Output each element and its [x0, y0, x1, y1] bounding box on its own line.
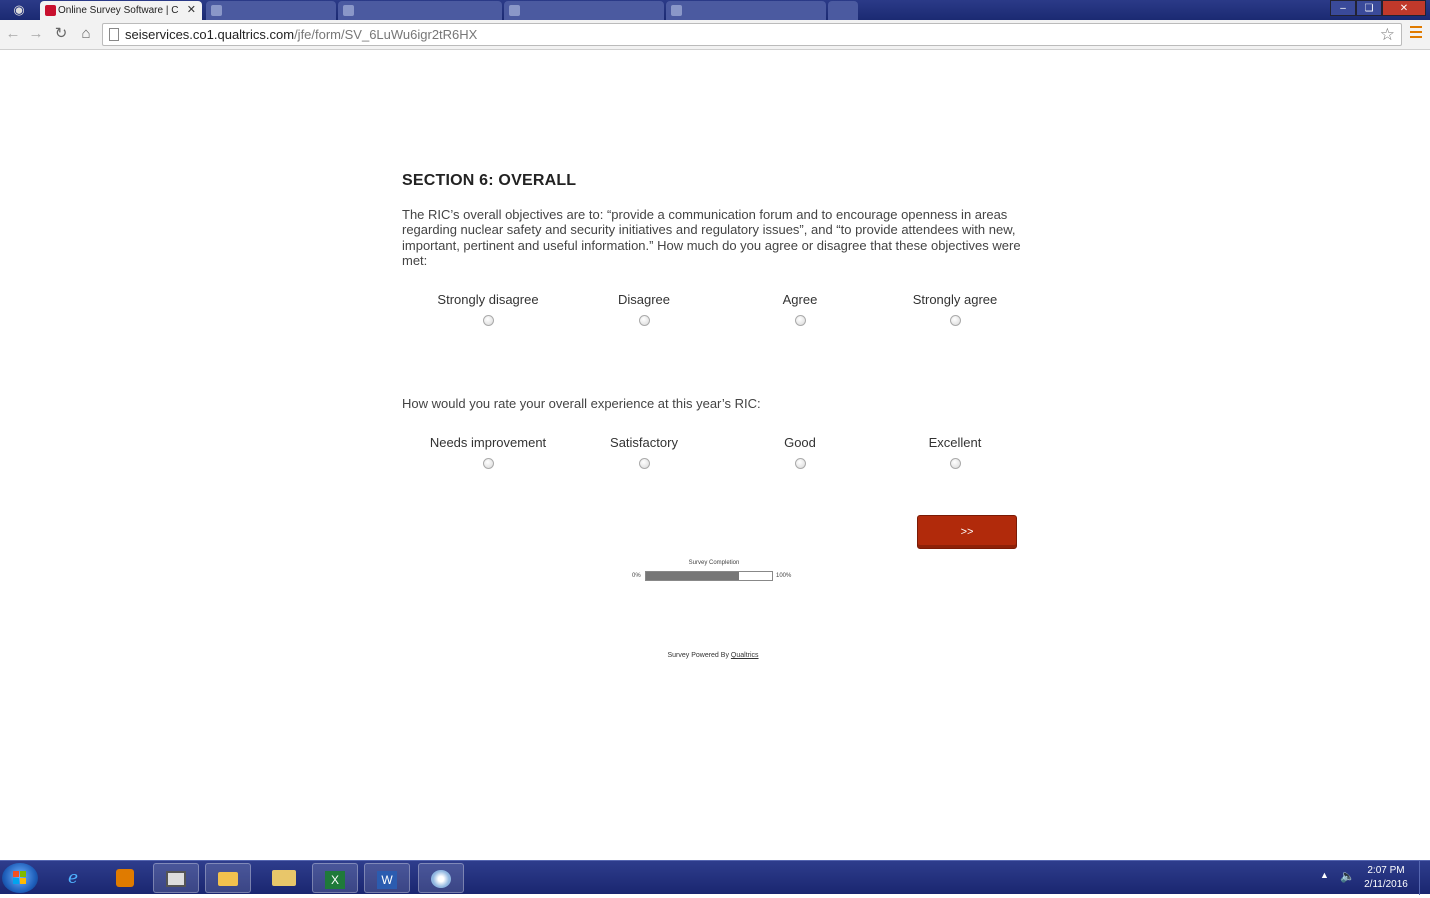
question-1-scale: Strongly disagree Disagree Agree Strongl…	[402, 292, 1032, 332]
file-explorer-icon[interactable]	[261, 863, 307, 893]
outlook-icon[interactable]	[205, 863, 251, 893]
powered-by-footer: Survey Powered By Qualtrics	[600, 652, 826, 659]
browser-title-bar: ◉ Online Survey Software | C ✕ – ❏ ✕	[0, 0, 1430, 20]
reload-icon[interactable]: ↻	[52, 25, 70, 43]
home-icon[interactable]: ⌂	[77, 25, 95, 43]
new-tab-button[interactable]	[828, 1, 858, 20]
browser-toolbar: ← → ↻ ⌂ seiservices.co1.qualtrics.com/jf…	[0, 20, 1430, 50]
url-path: /jfe/form/SV_6LuWu6igr2tR6HX	[294, 27, 478, 42]
start-button[interactable]	[2, 863, 38, 893]
browser-menu-icon[interactable]	[1410, 26, 1422, 40]
paint-icon[interactable]	[418, 863, 464, 893]
close-window-icon[interactable]: ✕	[1382, 0, 1426, 16]
window-controls: – ❏ ✕	[1330, 0, 1426, 16]
tab-favicon-icon	[211, 5, 222, 16]
radio-button[interactable]	[638, 315, 650, 326]
choice-label: Agree	[782, 292, 818, 307]
progress-fill	[646, 572, 740, 580]
progress-max-label: 100%	[776, 573, 792, 579]
progress-bar	[645, 571, 773, 581]
question-1-text: The RIC’s overall objectives are to: “pr…	[402, 207, 1021, 269]
tab-title: Online Survey Software | C	[58, 5, 179, 16]
radio-button[interactable]	[482, 458, 494, 469]
q2-choice-needs-improvement[interactable]: Needs improvement	[413, 435, 563, 474]
forward-arrow-icon[interactable]: →	[27, 25, 45, 43]
radio-button[interactable]	[638, 458, 650, 469]
clock-date: 2/11/2016	[1364, 879, 1408, 890]
internet-explorer-icon[interactable]: e	[50, 863, 96, 893]
radio-button[interactable]	[482, 315, 494, 326]
q2-choice-satisfactory[interactable]: Satisfactory	[569, 435, 719, 474]
tab-background-3[interactable]	[504, 1, 664, 20]
presentation-app-icon[interactable]	[153, 863, 199, 893]
bookmark-star-icon[interactable]: ☆	[1380, 25, 1395, 45]
tab-favicon-icon	[509, 5, 520, 16]
choice-label: Strongly disagree	[437, 292, 539, 307]
survey-form: SECTION 6: OVERALL The RIC’s overall obj…	[402, 172, 1032, 469]
question-2-scale: Needs improvement Satisfactory Good Exce…	[402, 435, 1032, 475]
excel-icon[interactable]: X	[312, 863, 358, 893]
minimize-icon[interactable]: –	[1330, 0, 1356, 16]
q1-choice-strongly-agree[interactable]: Strongly agree	[880, 292, 1030, 331]
radio-button[interactable]	[949, 315, 961, 326]
q2-choice-good[interactable]: Good	[725, 435, 875, 474]
show-hidden-icons-icon[interactable]: ▲	[1320, 870, 1329, 880]
choice-label: Needs improvement	[429, 435, 547, 450]
q2-choice-excellent[interactable]: Excellent	[880, 435, 1030, 474]
radio-button[interactable]	[794, 315, 806, 326]
progress-title: Survey Completion	[688, 560, 740, 566]
qualtrics-favicon-icon	[45, 5, 56, 16]
next-button[interactable]: >>	[917, 515, 1017, 549]
url-host: seiservices.co1.qualtrics.com	[125, 27, 295, 42]
choice-label: Excellent	[928, 435, 982, 450]
clock[interactable]: 2:07 PM 2/11/2016	[1358, 864, 1414, 892]
tab-favicon-icon	[343, 5, 354, 16]
q1-choice-disagree[interactable]: Disagree	[569, 292, 719, 331]
qualtrics-link[interactable]: Qualtrics	[731, 652, 759, 659]
clock-time: 2:07 PM	[1367, 865, 1405, 876]
choice-label: Strongly agree	[912, 292, 998, 307]
tab-favicon-icon	[671, 5, 682, 16]
volume-muted-icon[interactable]: 🔈	[1340, 869, 1355, 883]
q1-choice-agree[interactable]: Agree	[725, 292, 875, 331]
choice-label: Satisfactory	[610, 435, 678, 450]
section-title: SECTION 6: OVERALL	[402, 172, 577, 189]
show-desktop-button[interactable]	[1419, 861, 1430, 895]
page-icon	[109, 28, 119, 41]
tab-background-2[interactable]	[338, 1, 502, 20]
tab-background-4[interactable]	[666, 1, 826, 20]
question-2-text: How would you rate your overall experien…	[402, 396, 761, 411]
incognito-icon: ◉	[13, 2, 25, 17]
q1-choice-strongly-disagree[interactable]: Strongly disagree	[413, 292, 563, 331]
powered-by-text: Survey Powered By	[667, 652, 729, 659]
back-arrow-icon[interactable]: ←	[4, 25, 22, 43]
word-icon[interactable]: W	[364, 863, 410, 893]
tab-background-1[interactable]	[206, 1, 336, 20]
radio-button[interactable]	[949, 458, 961, 469]
choice-label: Good	[784, 435, 816, 450]
progress-min-label: 0%	[632, 573, 641, 579]
radio-button[interactable]	[794, 458, 806, 469]
choice-label: Disagree	[617, 292, 671, 307]
media-player-icon[interactable]	[102, 863, 148, 893]
survey-progress: Survey Completion 0% 100%	[628, 560, 808, 590]
url-text: seiservices.co1.qualtrics.com/jfe/form/S…	[125, 24, 477, 45]
windows-logo-icon	[13, 871, 27, 885]
windows-taskbar: e X W ▲ 🔈 2:07 PM 2/11/2016	[0, 860, 1430, 895]
close-tab-icon[interactable]: ✕	[187, 1, 196, 20]
address-bar[interactable]: seiservices.co1.qualtrics.com/jfe/form/S…	[102, 23, 1402, 46]
tab-online-survey-software[interactable]: Online Survey Software | C ✕	[40, 1, 202, 20]
maximize-icon[interactable]: ❏	[1356, 0, 1382, 16]
